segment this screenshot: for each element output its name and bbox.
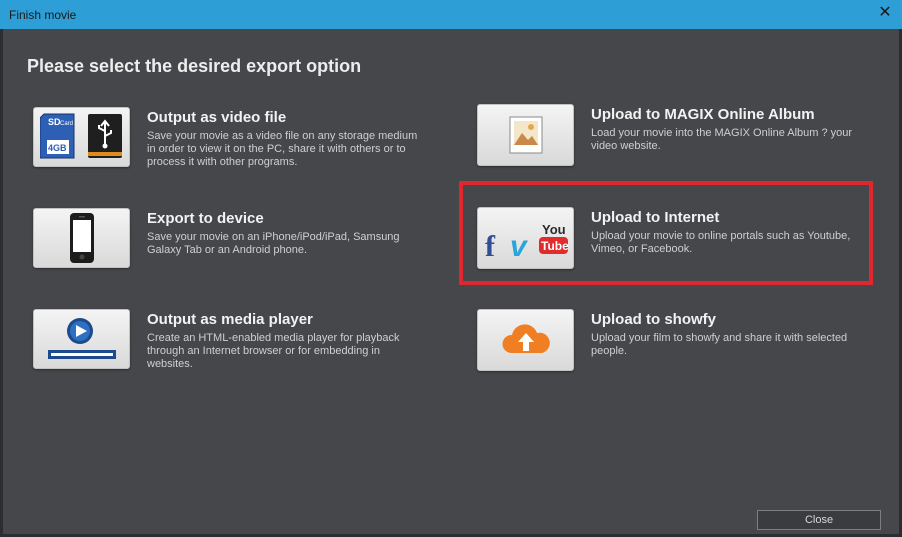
page-title: Please select the desired export option xyxy=(27,56,362,76)
close-button[interactable]: Close xyxy=(757,510,881,530)
title-bar: Finish movie ✕ xyxy=(0,0,902,29)
option-output-video-file[interactable]: SD Card 4GB Output as video file Save yo… xyxy=(33,107,453,177)
media-player-tile[interactable] xyxy=(33,309,130,369)
option-desc: Load your movie into the MAGIX Online Al… xyxy=(591,127,853,152)
option-title: Upload to showfy xyxy=(591,311,716,328)
sd-size-label: 4GB xyxy=(48,143,67,153)
media-player-icon xyxy=(47,318,116,359)
option-title: Output as media player xyxy=(147,311,313,328)
export-panel: Please select the desired export option … xyxy=(3,29,899,534)
device-tile[interactable] xyxy=(33,208,130,268)
sd-card-label: Card xyxy=(60,121,73,127)
option-desc: Upload your film to showfy and share it … xyxy=(591,332,848,357)
option-desc: Create an HTML-enabled media player for … xyxy=(147,332,400,370)
option-title: Export to device xyxy=(147,210,264,227)
option-desc: Save your movie as a video file on any s… xyxy=(147,130,418,168)
option-output-media-player[interactable]: Output as media player Create an HTML-en… xyxy=(33,309,453,379)
cloud-upload-icon xyxy=(501,324,550,353)
photo-album-icon xyxy=(509,116,542,154)
option-upload-showfy[interactable]: Upload to showfy Upload your film to sho… xyxy=(477,309,897,379)
option-title: Upload to MAGIX Online Album xyxy=(591,106,815,123)
close-icon[interactable]: ✕ xyxy=(876,4,894,22)
video-file-tile[interactable]: SD Card 4GB xyxy=(33,107,130,167)
window-title: Finish movie xyxy=(9,8,77,22)
smartphone-icon xyxy=(69,213,94,263)
option-upload-magix-album[interactable]: Upload to MAGIX Online Album Load your m… xyxy=(477,104,897,174)
option-title: Output as video file xyxy=(147,109,287,126)
magix-album-tile[interactable] xyxy=(477,104,574,166)
showfy-tile[interactable] xyxy=(477,309,574,371)
sd-card-usb-icon: SD Card 4GB xyxy=(39,113,122,159)
selection-highlight xyxy=(459,181,873,285)
option-desc: Save your movie on an iPhone/iPod/iPad, … xyxy=(147,231,400,256)
option-export-device[interactable]: Export to device Save your movie on an i… xyxy=(33,208,453,278)
